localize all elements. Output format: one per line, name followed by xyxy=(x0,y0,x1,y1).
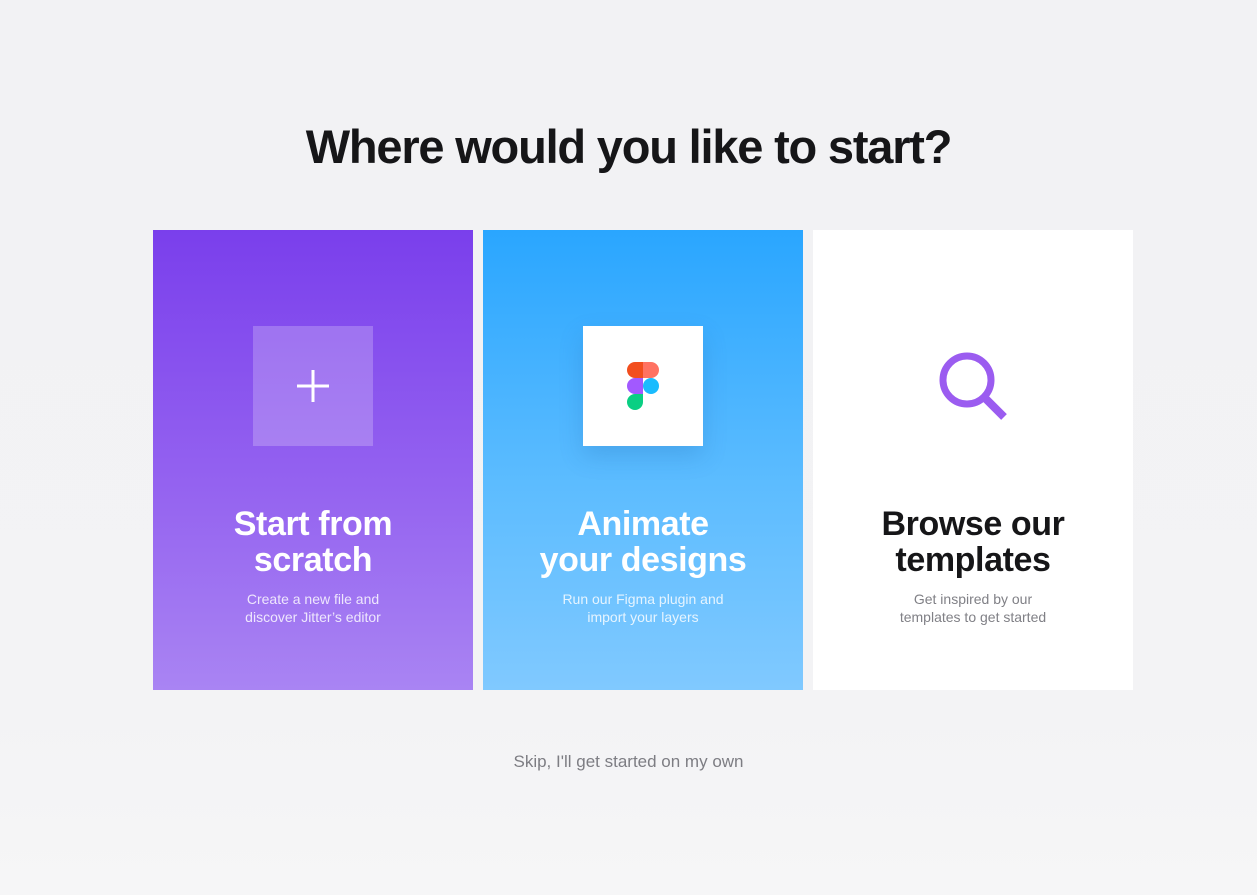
browse-templates-card[interactable]: Browse our templates Get inspired by our… xyxy=(813,230,1133,690)
search-tile xyxy=(913,326,1033,446)
start-options: Start from scratch Create a new file and… xyxy=(153,230,1133,690)
card-description: Get inspired by our templates to get sta… xyxy=(899,591,1047,625)
card-title: Animate your designs xyxy=(539,505,747,579)
page-title: Where would you like to start? xyxy=(305,120,953,173)
start-from-scratch-card[interactable]: Start from scratch Create a new file and… xyxy=(153,230,473,690)
plus-tile xyxy=(253,326,373,446)
figma-logo-icon xyxy=(627,362,659,410)
figma-tile xyxy=(583,326,703,446)
skip-link[interactable]: Skip, I'll get started on my own xyxy=(0,751,1257,773)
card-description: Create a new file and discover Jitter’s … xyxy=(245,591,381,625)
plus-icon xyxy=(297,370,329,402)
search-icon xyxy=(939,352,1007,420)
card-description: Run our Figma plugin and import your lay… xyxy=(562,591,724,625)
card-title: Start from scratch xyxy=(233,505,393,579)
card-title: Browse our templates xyxy=(881,505,1065,579)
animate-designs-card[interactable]: Animate your designs Run our Figma plugi… xyxy=(483,230,803,690)
